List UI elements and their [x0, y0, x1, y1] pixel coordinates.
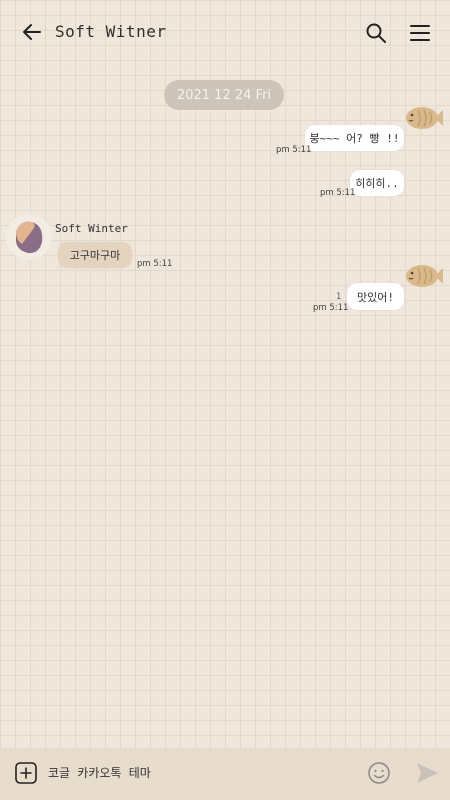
message-text: 붕~~~ 어? 빵 !! [309, 132, 400, 145]
message-time: pm 5:11 [320, 188, 356, 198]
arrow-left-icon [23, 24, 41, 40]
message-time: pm 5:11 [137, 259, 173, 269]
unread-count: 1 [336, 292, 342, 302]
message-input-bar [0, 748, 450, 800]
bungeoppang-fish-icon [406, 107, 443, 129]
sweet-potato-avatar [16, 221, 43, 254]
avatar[interactable] [6, 214, 52, 260]
back-button[interactable] [20, 20, 44, 44]
search-button[interactable] [364, 21, 388, 45]
add-attachment-button[interactable] [14, 761, 38, 785]
message-bubble-sent[interactable]: 맛있어! [347, 283, 404, 310]
message-text: 맛있어! [357, 290, 394, 304]
message-text: 고구마구마 [69, 249, 121, 262]
message-bubble-received[interactable]: 고구마구마 [58, 242, 132, 268]
message-time: pm 5:11 [313, 303, 349, 313]
send-button[interactable] [414, 760, 440, 786]
date-divider: 2021 12 24 Fri [164, 80, 284, 110]
plus-square-icon [15, 762, 37, 784]
chat-title: Soft Witner [55, 22, 167, 41]
bungeoppang-fish-icon [406, 265, 443, 287]
smiley-icon [368, 762, 390, 784]
message-text: 히히히.. [355, 177, 399, 190]
message-time: pm 5:11 [276, 145, 312, 155]
message-bubble-sent[interactable]: 히히히.. [350, 170, 404, 196]
chat-header: Soft Witner [0, 0, 450, 64]
send-icon [417, 763, 438, 783]
emoji-button[interactable] [367, 761, 391, 785]
search-icon [366, 23, 386, 43]
hamburger-menu-icon [410, 25, 430, 41]
sender-name: Soft Winter [55, 222, 128, 235]
menu-button[interactable] [408, 21, 432, 45]
message-input[interactable] [48, 762, 348, 784]
message-bubble-sent[interactable]: 붕~~~ 어? 빵 !! [305, 125, 404, 151]
